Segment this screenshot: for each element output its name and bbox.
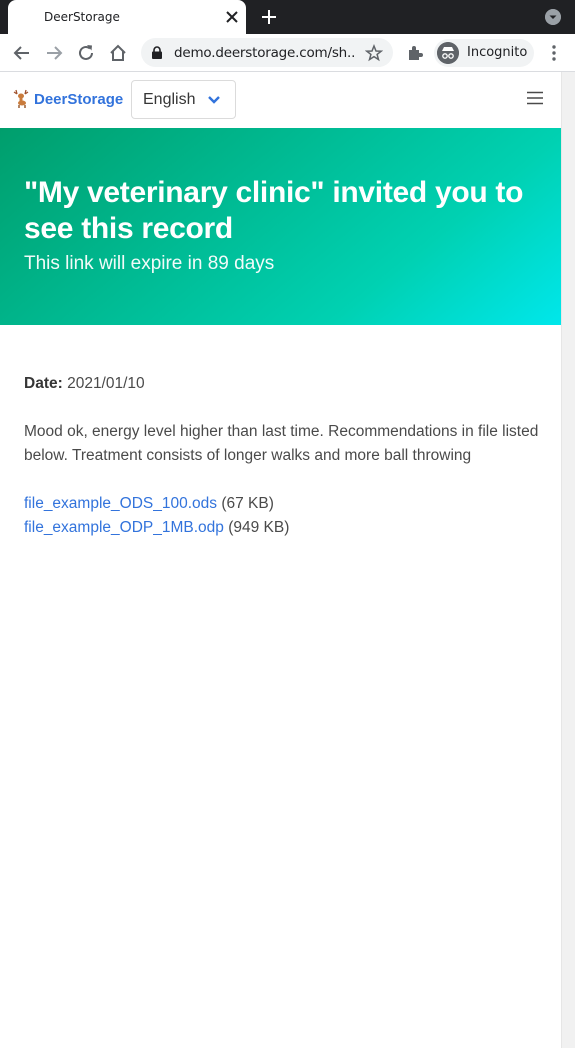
file-size: (67 KB) <box>221 495 274 512</box>
lock-icon[interactable] <box>151 46 163 59</box>
tab-search-icon[interactable] <box>545 9 561 25</box>
browser-tab[interactable]: DeerStorage <box>8 0 246 34</box>
home-icon[interactable] <box>108 43 128 63</box>
address-bar[interactable]: demo.deerstorage.com/sh... <box>141 38 393 67</box>
brand-link[interactable]: DeerStorage <box>12 89 123 109</box>
new-tab-icon[interactable] <box>259 7 279 27</box>
hero-title: "My veterinary clinic" invited you to se… <box>24 176 524 245</box>
bookmark-star-icon[interactable] <box>365 44 383 62</box>
date-value: 2021/01/10 <box>67 375 145 392</box>
record-notes: Mood ok, energy level higher than last t… <box>24 423 539 464</box>
file-download-link[interactable]: file_example_ODS_100.ods <box>24 495 217 512</box>
url-text[interactable]: demo.deerstorage.com/sh... <box>174 45 354 61</box>
reload-icon[interactable] <box>76 43 96 63</box>
language-select[interactable]: English <box>131 80 236 119</box>
close-tab-icon[interactable] <box>223 8 241 26</box>
page-scrollbar[interactable] <box>561 72 575 1048</box>
browser-toolbar: demo.deerstorage.com/sh... Incognito <box>0 34 575 72</box>
site-navbar: DeerStorage English <box>0 72 561 128</box>
deer-logo-icon <box>13 89 29 108</box>
incognito-badge[interactable]: Incognito <box>434 39 534 67</box>
hamburger-menu-icon[interactable] <box>526 91 544 105</box>
page-viewport: DeerStorage English "My veterinary clini… <box>0 72 561 1048</box>
expiry-subtitle: This link will expire in 89 days <box>24 253 275 274</box>
file-size: (949 KB) <box>228 519 290 536</box>
invitation-hero: "My veterinary clinic" invited you to se… <box>0 128 561 325</box>
browser-menu-icon[interactable] <box>546 44 562 62</box>
back-arrow-icon[interactable] <box>12 43 32 63</box>
file-list: file_example_ODS_100.ods (67 KB) file_ex… <box>24 492 289 540</box>
tab-title: DeerStorage <box>44 10 120 24</box>
language-selected-value: English <box>143 91 196 108</box>
file-item: file_example_ODS_100.ods (67 KB) <box>24 492 289 516</box>
chevron-down-icon <box>208 96 220 104</box>
date-label: Date: <box>24 375 63 392</box>
brand-name[interactable]: DeerStorage <box>34 91 123 108</box>
extensions-puzzle-icon[interactable] <box>405 43 425 63</box>
file-download-link[interactable]: file_example_ODP_1MB.odp <box>24 519 224 536</box>
browser-tab-strip: DeerStorage <box>0 0 575 34</box>
record-date: Date: 2021/01/10 <box>24 372 145 396</box>
forward-arrow-icon[interactable] <box>44 43 64 63</box>
incognito-label: Incognito <box>467 45 528 60</box>
file-item: file_example_ODP_1MB.odp (949 KB) <box>24 516 289 540</box>
incognito-icon <box>437 42 459 64</box>
